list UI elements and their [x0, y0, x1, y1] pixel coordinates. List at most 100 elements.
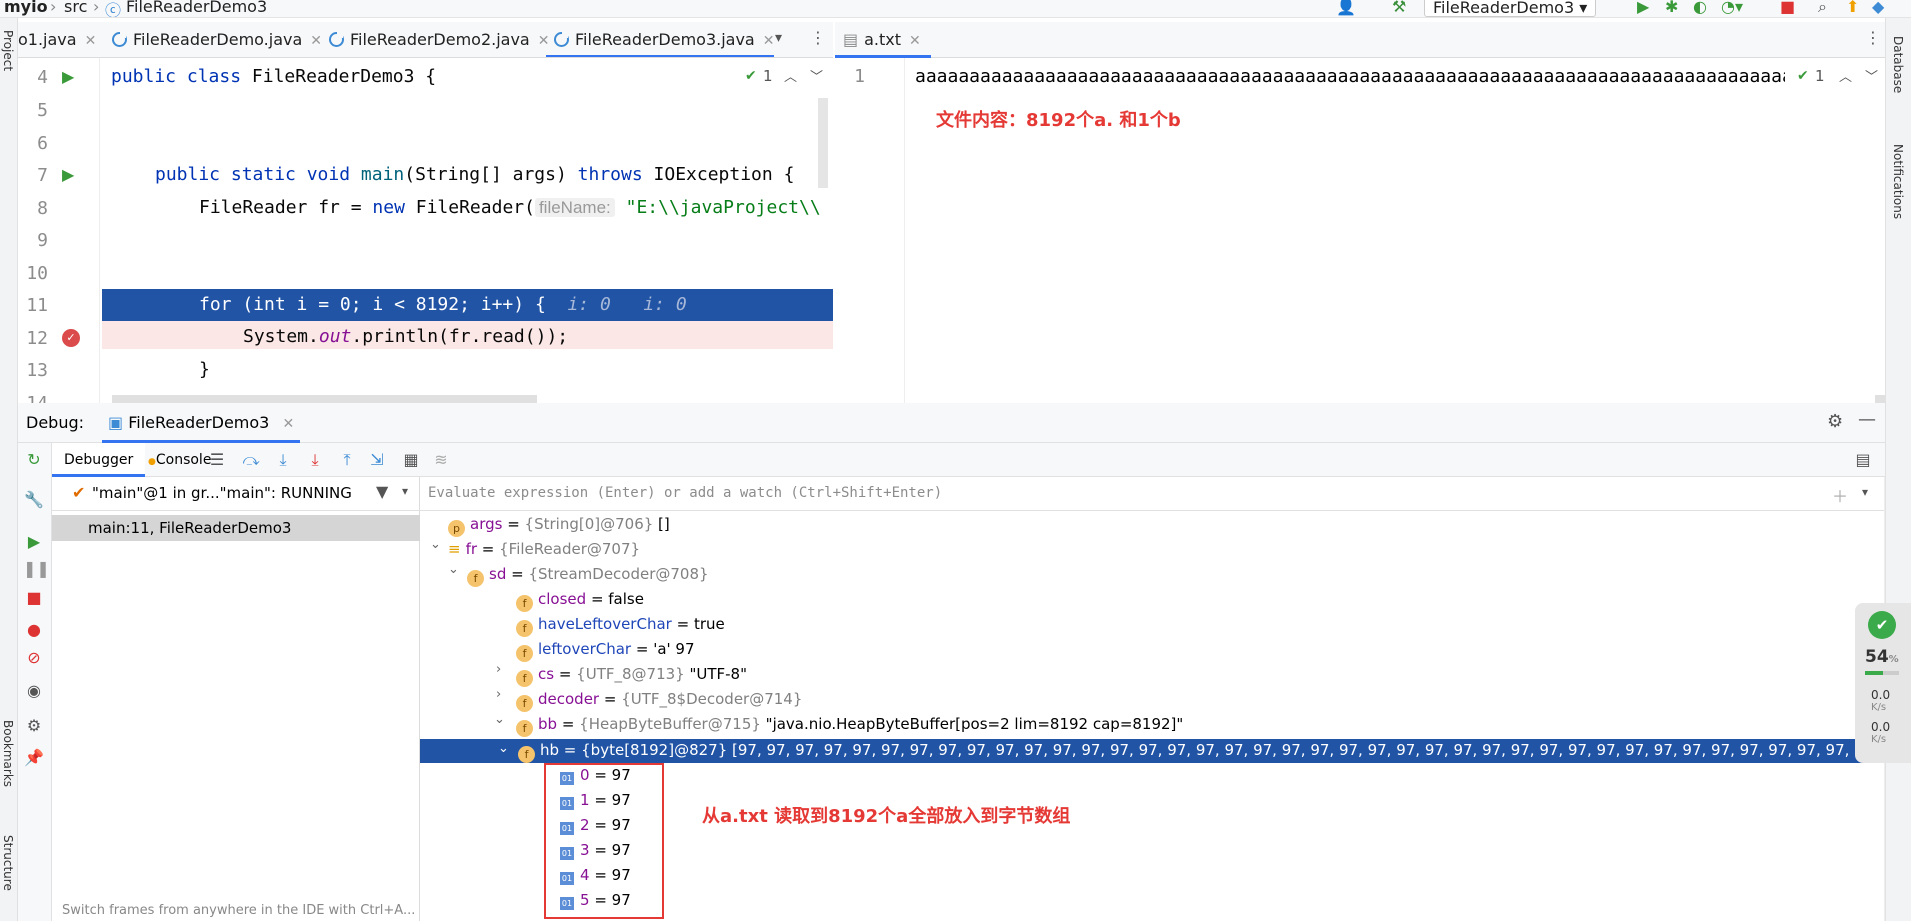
step-into-icon[interactable]: ⤓ — [272, 449, 294, 471]
thread-selector[interactable]: ✔ "main"@1 in gr..."main": RUNNING ▼ ▾ — [52, 477, 420, 511]
stop-icon[interactable]: ■ — [23, 587, 45, 609]
wrench-icon[interactable]: 🔧 — [23, 489, 45, 511]
settings-icon[interactable]: ⚙ — [23, 715, 45, 737]
mute-breakpoints-icon[interactable]: ⊘ — [23, 647, 45, 669]
pause-icon[interactable]: ❚❚ — [23, 558, 50, 580]
plugin-icon[interactable]: ◆ — [1872, 0, 1884, 16]
chevron-right-icon[interactable]: › — [496, 687, 501, 702]
variable-type: {byte[8192]@827} — [581, 741, 728, 759]
gear-icon[interactable]: ⚙ — [1827, 411, 1843, 432]
close-icon[interactable]: ✕ — [85, 33, 97, 49]
close-icon[interactable]: ✕ — [763, 33, 775, 49]
tab-o1-java[interactable]: o1.java ✕ — [18, 22, 97, 57]
chevron-down-icon[interactable]: ⌄ — [494, 712, 505, 727]
layout-settings-icon[interactable]: ▤ — [1852, 449, 1874, 471]
memory-indicator[interactable]: ✔ 54% 0.0 K/s 0.0 K/s — [1855, 603, 1911, 763]
build-hammer-icon[interactable]: ⚒ — [1392, 0, 1406, 16]
run-gutter-icon[interactable]: ▶ — [62, 165, 74, 184]
variable-row[interactable]: f closed = false — [516, 587, 644, 612]
variable-row[interactable]: f haveLeftoverChar = true — [516, 612, 725, 637]
user-icon[interactable]: 👤 — [1336, 0, 1356, 16]
minimize-icon[interactable]: — — [1858, 409, 1876, 430]
breadcrumb-project[interactable]: myio — [4, 0, 48, 16]
tab-debugger[interactable]: Debugger — [52, 443, 146, 477]
bookmarks-tool-button[interactable]: Bookmarks — [1, 720, 15, 787]
frames-hint-text: Switch frames from anywhere in the IDE w… — [62, 903, 416, 918]
text-editor[interactable]: 1 aaaaaaaaaaaaaaaaaaaaaaaaaaaaaaaaaaaaaa… — [835, 58, 1885, 403]
console-warning-icon: ● — [148, 457, 156, 467]
close-icon[interactable]: ✕ — [909, 33, 921, 49]
breakpoint-icon[interactable]: ✓ — [62, 329, 80, 347]
project-tool-button[interactable]: Project — [1, 30, 15, 71]
tab-filereaderdemo-java[interactable]: FileReaderDemo.java ✕ — [104, 22, 322, 57]
variable-row[interactable]: f sd = {StreamDecoder@708} — [467, 562, 709, 587]
step-over-icon[interactable]: ⤼ — [240, 449, 262, 471]
resume-icon[interactable]: ▶ — [23, 531, 45, 553]
camera-icon[interactable]: ◉ — [23, 680, 45, 702]
shield-check-icon: ✔ — [1868, 611, 1896, 639]
vertical-scrollbar[interactable] — [818, 98, 828, 188]
force-step-into-icon[interactable]: ⤓ — [304, 449, 326, 471]
inspection-ok-icon[interactable]: ✔ — [1797, 68, 1809, 84]
structure-tool-button[interactable]: Structure — [1, 835, 15, 891]
update-icon[interactable]: ⬆ — [1846, 0, 1859, 16]
chevron-right-icon[interactable]: › — [496, 662, 501, 677]
tab-a-txt[interactable]: ▤ a.txt ✕ — [835, 22, 931, 58]
variable-row[interactable]: f cs = {UTF_8@713} "UTF-8" — [516, 662, 747, 687]
breadcrumb-folder[interactable]: src — [64, 0, 87, 16]
horizontal-scrollbar[interactable] — [112, 395, 537, 403]
variable-row[interactable]: f decoder = {UTF_8$Decoder@714} — [516, 687, 802, 712]
chevron-down-icon[interactable]: ⌄ — [448, 562, 459, 577]
chevron-down-icon[interactable]: ▾ — [1862, 485, 1868, 499]
run-icon[interactable]: ▶ — [1637, 0, 1649, 16]
chevron-down-icon[interactable]: ▾ — [775, 30, 782, 46]
tab-filereaderdemo2-java[interactable]: FileReaderDemo2.java ✕ — [321, 22, 549, 57]
pin-icon[interactable]: 📌 — [23, 747, 45, 769]
chevron-down-icon[interactable]: ▾ — [402, 484, 408, 498]
line-number: 9 — [37, 230, 48, 251]
evaluate-expression-icon[interactable]: ▦ — [400, 449, 422, 471]
horizontal-scrollbar[interactable] — [1875, 395, 1885, 403]
menu-icon[interactable]: ☰ — [206, 449, 228, 471]
chevron-up-icon[interactable]: ︿ — [784, 66, 797, 85]
add-watch-icon[interactable]: ＋ — [1832, 483, 1848, 507]
database-tool-button[interactable]: Database — [1891, 36, 1905, 93]
more-options-icon[interactable]: ⋮ — [1865, 28, 1881, 47]
view-breakpoints-icon[interactable]: ● — [23, 619, 45, 641]
run-gutter-icon[interactable]: ▶ — [62, 67, 74, 86]
variable-row[interactable]: p args = {String[0]@706} [] — [448, 512, 670, 537]
close-icon[interactable]: ✕ — [282, 416, 294, 432]
run-to-cursor-icon[interactable]: ⇲ — [366, 449, 388, 471]
profile-icon[interactable]: ◔▾ — [1721, 0, 1743, 16]
stop-icon[interactable]: ■ — [1780, 0, 1795, 16]
inspection-ok-icon[interactable]: ✔ — [745, 68, 757, 84]
trace-stream-icon[interactable]: ≋ — [430, 449, 452, 471]
breadcrumb-file[interactable]: FileReaderDemo3 — [126, 0, 267, 16]
debug-inline-value: i: 0 — [567, 294, 611, 315]
chevron-down-icon[interactable]: ⌄ — [498, 741, 509, 756]
debug-icon[interactable]: ✱ — [1665, 0, 1678, 16]
chevron-down-icon[interactable]: ⌄ — [430, 537, 441, 552]
code-editor[interactable]: 4 5 6 7 8 9 10 11 12 13 14 ▶ ▶ ✓ public … — [18, 58, 833, 403]
coverage-icon[interactable]: ◐ — [1693, 0, 1707, 16]
variable-row[interactable]: f leftoverChar = 'a' 97 — [516, 637, 695, 662]
variable-type: {UTF_8@713} — [576, 665, 685, 683]
watch-input[interactable]: Evaluate expression (Enter) or add a wat… — [420, 477, 1885, 511]
rerun-icon[interactable]: ↻ — [23, 449, 45, 471]
selected-variable-row[interactable]: ⌄ f hb = {byte[8192]@827} [97, 97, 97, 97… — [420, 739, 1885, 763]
notifications-tool-button[interactable]: Notifications — [1891, 144, 1905, 219]
filter-icon[interactable]: ▼ — [376, 482, 388, 501]
variable-row[interactable]: ≡ fr = {FileReader@707} — [448, 537, 640, 562]
tab-filereaderdemo3-java[interactable]: FileReaderDemo3.java ✕ — [546, 22, 775, 57]
variable-row[interactable]: f bb = {HeapByteBuffer@715} "java.nio.Hea… — [516, 712, 1183, 737]
more-options-icon[interactable]: ⋮ — [810, 28, 826, 47]
chevron-up-icon[interactable]: ︿ — [1839, 66, 1852, 85]
file-content-line: aaaaaaaaaaaaaaaaaaaaaaaaaaaaaaaaaaaaaaaa… — [915, 66, 1785, 87]
chevron-down-icon[interactable]: ﹀ — [1865, 66, 1878, 85]
debug-session-tab[interactable]: ▣ FileReaderDemo3 ✕ — [102, 403, 301, 443]
frame-row[interactable]: main:11, FileReaderDemo3 — [52, 515, 420, 541]
step-out-icon[interactable]: ⤒ — [336, 449, 358, 471]
chevron-down-icon[interactable]: ﹀ — [810, 66, 823, 85]
search-icon[interactable]: ⌕ — [1818, 0, 1827, 17]
run-config-selector[interactable]: FileReaderDemo3 ▾ — [1424, 0, 1597, 17]
